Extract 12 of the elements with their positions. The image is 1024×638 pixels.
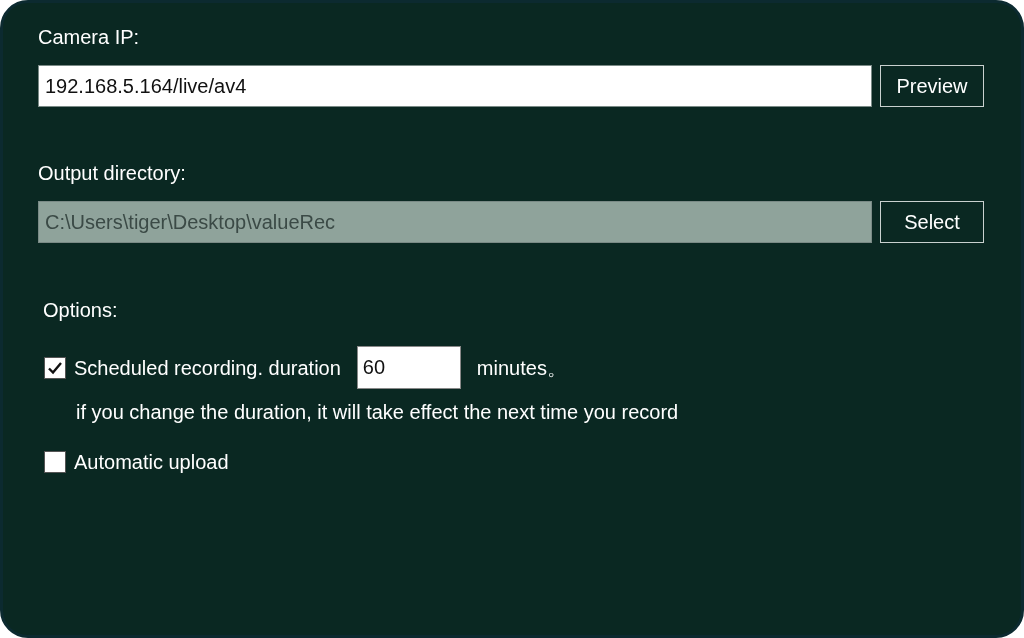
checkbox-label: Automatic upload	[74, 450, 229, 475]
duration-field[interactable]: 60	[356, 346, 461, 389]
checkbox[interactable]	[44, 356, 66, 379]
section-label: Options:	[43, 298, 119, 322]
hint-text: if you change the duration, it will take effect the next time you record	[76, 400, 680, 425]
unit-label: minutes。	[476, 355, 567, 381]
action-button[interactable]: Preview	[880, 65, 984, 107]
checkbox[interactable]	[44, 451, 66, 473]
field-label: Camera IP:	[38, 25, 141, 49]
text-field[interactable]: 192.168.5.164/live/av4	[38, 65, 872, 107]
field-label: Output directory:	[38, 161, 187, 185]
checkbox-label: Scheduled recording. duration	[74, 355, 341, 381]
